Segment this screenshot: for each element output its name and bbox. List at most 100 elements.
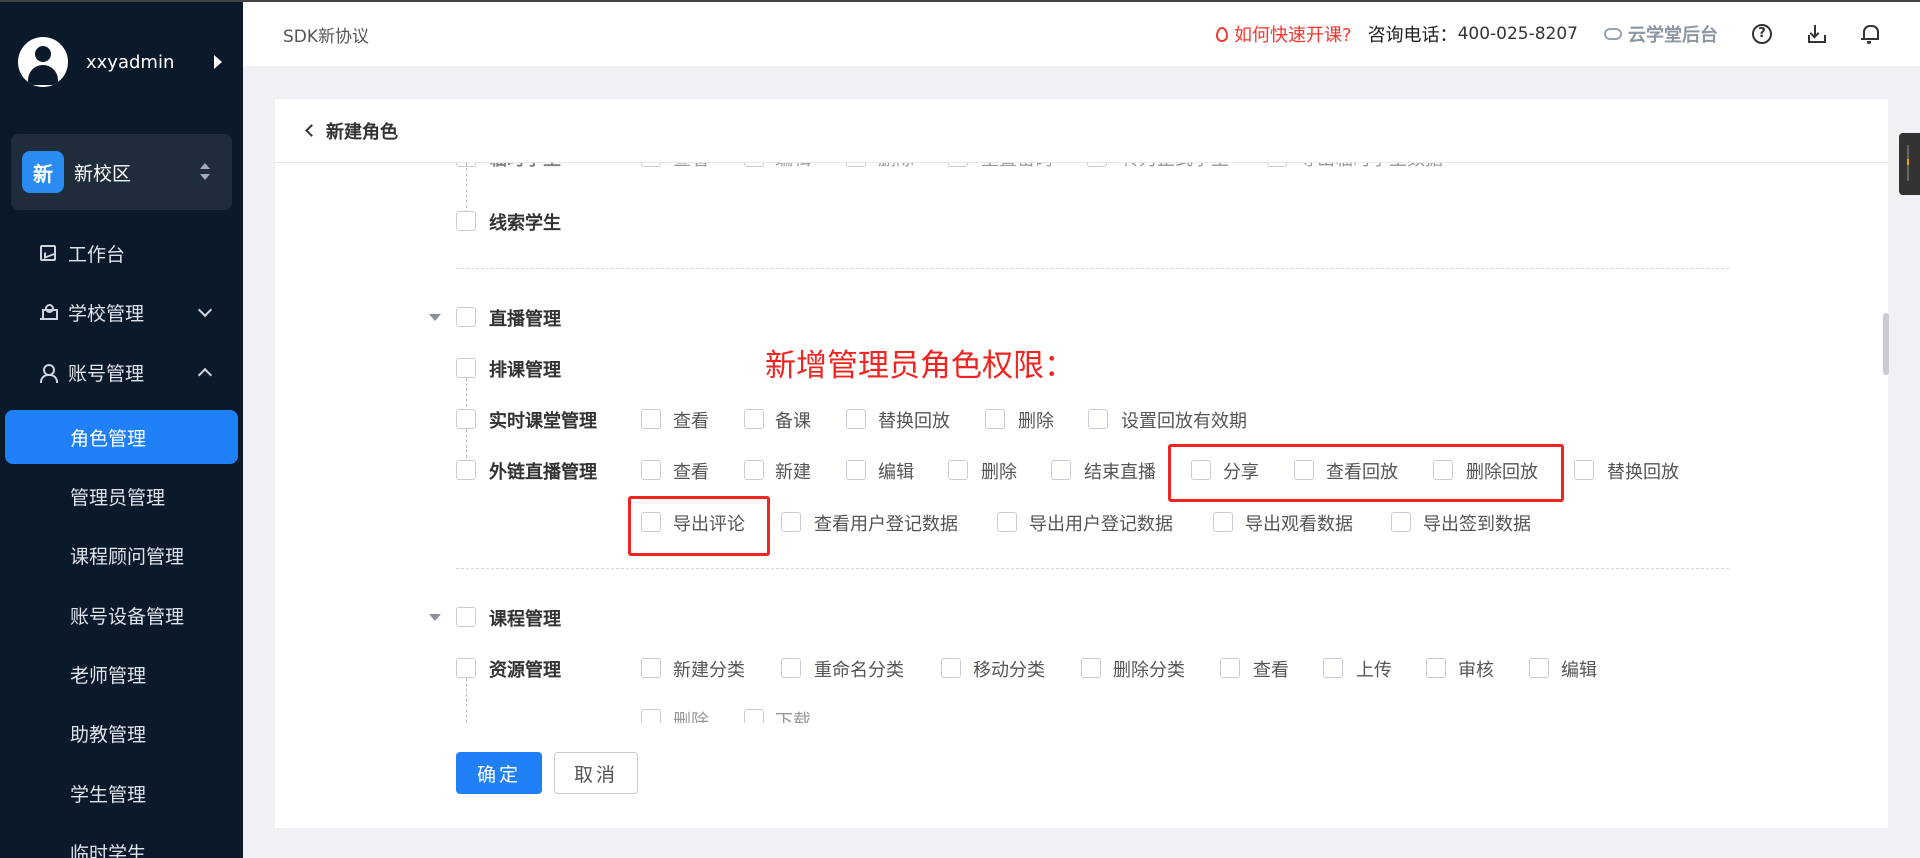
checkbox[interactable]	[456, 460, 476, 480]
checkbox[interactable]	[1391, 512, 1411, 532]
sidebar-item-teacher[interactable]: 老师管理	[0, 647, 243, 701]
checkbox[interactable]	[641, 658, 661, 678]
checkbox[interactable]	[941, 658, 961, 678]
checkbox[interactable]	[641, 460, 661, 480]
chevron-down-icon	[197, 302, 213, 318]
checkbox[interactable]	[456, 409, 476, 429]
perm-group-label: 实时课堂管理	[489, 411, 597, 432]
checkbox[interactable]	[744, 709, 764, 723]
checkbox[interactable]	[846, 409, 866, 429]
confirm-button[interactable]: 确定	[456, 752, 542, 794]
annotation-text: 新增管理员角色权限：	[765, 348, 1075, 384]
dashboard-icon	[40, 245, 56, 261]
checkbox[interactable]	[744, 409, 764, 429]
checkbox[interactable]	[948, 460, 968, 480]
back-icon[interactable]	[305, 124, 318, 137]
perm-label: 删除	[673, 711, 709, 723]
perm-section-live: 直播管理	[275, 301, 1888, 333]
sort-icon	[198, 162, 212, 182]
checkbox[interactable]	[641, 409, 661, 429]
checkbox[interactable]	[1529, 658, 1549, 678]
sidebar-item-temp-student[interactable]: 临时学生	[0, 825, 243, 858]
cancel-button[interactable]: 取消	[554, 752, 638, 794]
user-menu[interactable]: xxyadmin	[18, 36, 228, 88]
side-drawer-handle[interactable]	[1899, 133, 1920, 195]
checkbox[interactable]	[1426, 658, 1446, 678]
perm-label: 删除	[1018, 411, 1054, 432]
perm-label: 查看	[1253, 660, 1289, 681]
campus-switcher[interactable]: 新 新校区	[11, 134, 232, 210]
sidebar: xxyadmin 新 新校区 工作台 学校管理 账号管理 角色管理 管理员管理 …	[0, 0, 243, 858]
checkbox[interactable]	[456, 607, 476, 627]
backend-link[interactable]: 云学堂后台	[1604, 21, 1718, 47]
phone-number: 400-025-8207	[1457, 24, 1578, 44]
phone-label: 咨询电话：	[1367, 25, 1458, 46]
checkbox[interactable]	[948, 163, 968, 167]
checkbox[interactable]	[1323, 658, 1343, 678]
checkbox[interactable]	[997, 512, 1017, 532]
bell-icon[interactable]	[1860, 24, 1880, 44]
checkbox[interactable]	[456, 307, 476, 327]
checkbox[interactable]	[1088, 409, 1108, 429]
window-top-border	[0, 0, 1920, 2]
perm-label: 删除	[878, 163, 914, 171]
perm-label: 新建	[775, 462, 811, 483]
sidebar-item-student[interactable]: 学生管理	[0, 766, 243, 820]
checkbox[interactable]	[641, 163, 661, 167]
perm-label: 重置密码	[981, 163, 1053, 171]
perm-label: 导出签到数据	[1423, 514, 1531, 535]
checkbox[interactable]	[985, 409, 1005, 429]
perm-section-label: 直播管理	[489, 309, 561, 330]
perm-label: 新建分类	[673, 660, 745, 681]
sidebar-item-label: 学校管理	[68, 302, 145, 325]
checkbox[interactable]	[846, 460, 866, 480]
perm-row-lead-student: 线索学生	[275, 205, 1888, 237]
checkbox[interactable]	[1087, 163, 1107, 167]
sidebar-item-advisor[interactable]: 课程顾问管理	[0, 528, 243, 582]
checkbox[interactable]	[456, 658, 476, 678]
perm-label: 设置回放有效期	[1121, 411, 1247, 432]
breadcrumb: SDK新协议	[283, 27, 370, 47]
perm-group-label: 线索学生	[489, 213, 561, 234]
sidebar-item-admin[interactable]: 管理员管理	[0, 469, 243, 523]
scrollbar-thumb[interactable]	[1883, 313, 1889, 375]
checkbox[interactable]	[781, 658, 801, 678]
section-divider	[456, 568, 1729, 569]
perm-label: 查看	[673, 411, 709, 432]
annotation-highlight-box	[628, 496, 770, 556]
checkbox[interactable]	[1267, 163, 1287, 167]
perm-label: 删除	[981, 462, 1017, 483]
sidebar-item-role[interactable]: 角色管理	[5, 410, 238, 464]
chevron-up-icon	[197, 367, 213, 383]
checkbox[interactable]	[744, 460, 764, 480]
collapse-triangle-icon[interactable]	[429, 614, 441, 621]
checkbox[interactable]	[846, 163, 866, 167]
help-icon[interactable]: ?	[1752, 24, 1772, 44]
perm-label: 导出临时学生数据	[1299, 163, 1443, 171]
checkbox[interactable]	[781, 512, 801, 532]
collapse-triangle-icon[interactable]	[429, 314, 441, 321]
checkbox[interactable]	[1051, 460, 1071, 480]
checkbox[interactable]	[456, 211, 476, 231]
username: xxyadmin	[86, 51, 175, 73]
checkbox[interactable]	[456, 358, 476, 378]
checkbox[interactable]	[744, 163, 764, 167]
quick-start-link[interactable]: 如何快速开课?	[1234, 21, 1352, 47]
sidebar-item-workbench[interactable]: 工作台	[0, 228, 243, 278]
sidebar-item-device[interactable]: 账号设备管理	[0, 588, 243, 642]
checkbox[interactable]	[1081, 658, 1101, 678]
perm-group-label: 排课管理	[489, 360, 561, 381]
sidebar-item-account[interactable]: 账号管理	[0, 347, 243, 397]
perm-group-label: 临时学生	[489, 163, 561, 171]
sidebar-item-assistant[interactable]: 助教管理	[0, 706, 243, 760]
checkbox[interactable]	[1213, 512, 1233, 532]
card-header: 新建角色	[275, 99, 1888, 163]
backend-link-label: 云学堂后台	[1628, 25, 1718, 46]
perm-label: 替换回放	[878, 411, 950, 432]
download-icon[interactable]	[1806, 24, 1826, 44]
checkbox[interactable]	[641, 709, 661, 723]
checkbox[interactable]	[1220, 658, 1240, 678]
perm-label: 编辑	[878, 462, 914, 483]
checkbox[interactable]	[1574, 460, 1594, 480]
sidebar-item-school[interactable]: 学校管理	[0, 287, 243, 337]
